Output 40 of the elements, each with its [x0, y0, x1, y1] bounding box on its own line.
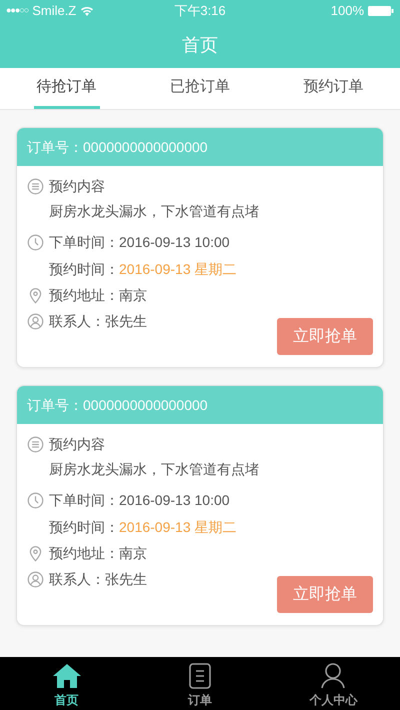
content-text: 厨房水龙头漏水，下水管道有点堵 — [49, 202, 259, 220]
person-icon — [321, 662, 346, 688]
order-tab[interactable]: 已抢订单 — [166, 68, 233, 109]
clock-icon — [27, 234, 44, 250]
appointment-label: 预约时间： — [49, 518, 119, 536]
contact: 联系人：张先生 — [49, 570, 147, 588]
order-tab[interactable]: 预约订单 — [300, 68, 366, 109]
location-pin-icon — [27, 544, 44, 562]
content-label: 预约内容 — [49, 176, 105, 196]
page-title: 首页 — [182, 34, 218, 56]
clock-icon — [27, 492, 44, 508]
order-number: 订单号：0000000000000000 — [27, 138, 208, 156]
signal-dots: ●●●○○ — [6, 4, 28, 18]
content-label: 预约内容 — [49, 434, 105, 454]
list-icon — [27, 436, 44, 452]
person-icon — [27, 312, 44, 330]
order-time: 下单时间：2016-09-13 10:00 — [49, 490, 230, 510]
clock-time: 下午3:16 — [174, 2, 226, 20]
appointment-label: 预约时间： — [49, 260, 119, 278]
contact: 联系人：张先生 — [49, 312, 147, 330]
list-icon — [27, 178, 44, 194]
document-icon — [188, 662, 211, 688]
location-pin-icon — [27, 286, 44, 304]
person-icon — [27, 570, 44, 588]
tab-bar-item[interactable]: 首页 — [0, 657, 134, 710]
order-number: 订单号：0000000000000000 — [27, 396, 208, 414]
appointment-time: 2016-09-13 星期二 — [119, 518, 237, 536]
order-tab[interactable]: 待抢订单 — [34, 68, 100, 109]
tab-bar-item[interactable]: 个人中心 — [266, 657, 400, 710]
battery-icon — [368, 6, 394, 16]
wifi-icon — [80, 6, 94, 16]
battery-percent: 100% — [330, 2, 364, 20]
home-icon — [52, 662, 82, 688]
tab-bar-item[interactable]: 订单 — [133, 657, 267, 710]
content-text: 厨房水龙头漏水，下水管道有点堵 — [49, 460, 259, 478]
address: 预约地址：南京 — [49, 544, 147, 562]
appointment-time: 2016-09-13 星期二 — [119, 260, 237, 278]
carrier-name: Smile.Z — [32, 2, 76, 20]
address: 预约地址：南京 — [49, 286, 147, 304]
order-time: 下单时间：2016-09-13 10:00 — [49, 232, 230, 252]
